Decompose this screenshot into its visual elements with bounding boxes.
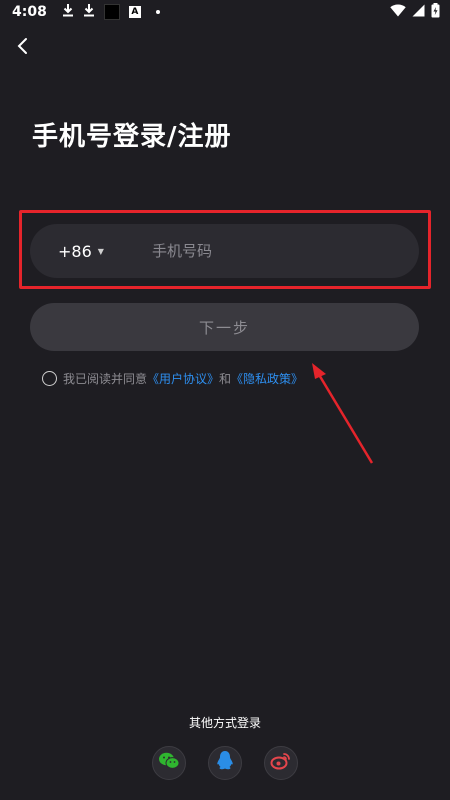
status-right [390,2,440,22]
user-agreement-link[interactable]: 《用户协议》 [147,370,219,387]
agreement-checkbox[interactable] [42,371,57,386]
phone-input-row: +86 ▼ [30,224,419,278]
privacy-policy-link[interactable]: 《隐私政策》 [231,370,303,387]
status-left: 4:08 A [12,3,160,21]
next-step-button[interactable]: 下一步 [30,303,419,351]
caret-down-icon: ▼ [97,246,104,256]
login-screen: 4:08 A 手机号登录/注册 +86 ▼ 手机号码 下一步 我已阅读并同意 《… [0,0,450,800]
other-login-title: 其他方式登录 [188,716,261,730]
battery-icon [431,2,440,22]
country-code-selector[interactable]: +86 ▼ [58,242,122,261]
page-title: 手机号登录/注册 [32,122,232,152]
agreement-conjunction: 和 [219,372,232,386]
weibo-login-button[interactable] [264,746,298,780]
phone-input[interactable] [150,241,394,261]
signal-icon [412,4,425,21]
annotation-arrow [312,363,374,464]
chevron-left-icon [16,37,28,59]
status-bar: 4:08 A [0,0,450,24]
download-icon [62,3,74,21]
black-square-icon [103,4,120,20]
agreement-prefix: 我已阅读并同意 [63,372,148,386]
country-code-label: +86 [58,241,92,261]
a-icon: A [128,6,141,18]
dot-icon [155,10,160,14]
back-button[interactable] [10,34,34,62]
status-time: 4:08 [12,4,47,20]
wechat-login-button[interactable] [152,746,186,780]
wechat-icon [158,751,180,775]
download-icon [83,3,95,21]
agreement-row: 我已阅读并同意 《用户协议》 和 《隐私政策》 [42,370,303,387]
social-login-row [0,746,450,780]
weibo-icon [270,751,292,775]
qq-icon [216,750,234,776]
qq-login-button[interactable] [208,746,242,780]
wifi-icon [390,4,406,21]
